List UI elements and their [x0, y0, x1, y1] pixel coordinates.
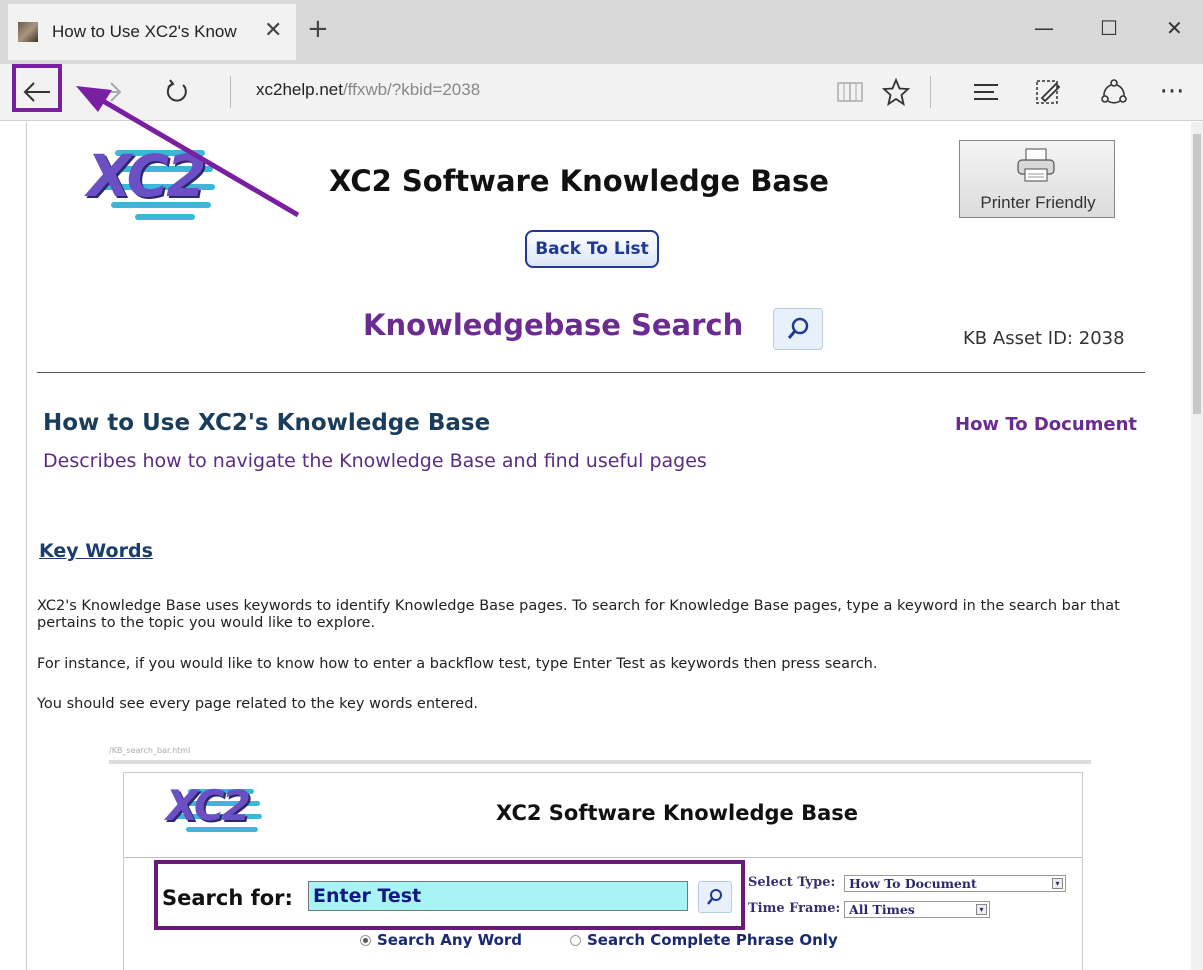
chevron-down-icon: ▾: [1052, 878, 1063, 889]
printer-icon: [1017, 148, 1055, 182]
web-note-icon[interactable]: [1028, 72, 1068, 112]
radio-complete-phrase-label: Search Complete Phrase Only: [587, 931, 838, 949]
select-type-value: How To Document: [849, 876, 977, 891]
more-menu-icon[interactable]: ···: [1152, 72, 1192, 112]
close-window-button[interactable]: ✕: [1166, 16, 1183, 40]
screenshot-top-line: [109, 760, 1091, 764]
page-scrollbar[interactable]: [1191, 122, 1203, 970]
radio-unselected-icon: [570, 935, 581, 946]
search-icon: [707, 889, 722, 905]
kb-search-button[interactable]: [773, 308, 823, 350]
screenshot-search-button[interactable]: [698, 881, 732, 913]
favicon-icon: [18, 22, 38, 42]
screenshot-divider: [124, 857, 1082, 858]
page-content: XC2 XC2 Software Knowledge Base Printer …: [26, 122, 1192, 970]
radio-complete-phrase[interactable]: Search Complete Phrase Only: [570, 931, 838, 949]
page-title: XC2 Software Knowledge Base: [329, 164, 829, 198]
printer-friendly-label: Printer Friendly: [980, 193, 1096, 212]
screenshot-xc2-logo: XC2: [158, 781, 268, 841]
url-path: /ffxwb/?kbid=2038: [342, 80, 481, 99]
minimize-button[interactable]: —: [1034, 16, 1054, 40]
radio-any-word-label: Search Any Word: [377, 931, 523, 949]
share-icon[interactable]: [1094, 72, 1134, 112]
search-for-label: Search for:: [162, 886, 293, 910]
knowledgebase-search-heading: Knowledgebase Search: [363, 308, 744, 342]
back-button-highlight: [12, 64, 62, 112]
hub-icon[interactable]: [966, 72, 1006, 112]
url-host: xc2help.net: [256, 80, 343, 99]
paragraph-1: XC2's Knowledge Base uses keywords to id…: [37, 598, 1120, 631]
logo-text: XC2: [87, 142, 207, 210]
paragraph-2: For instance, if you would like to know …: [37, 656, 878, 672]
maximize-button[interactable]: ☐: [1100, 16, 1118, 40]
screenshot-frame: XC2 XC2 Software Knowledge Base Search f…: [123, 772, 1083, 970]
screenshot-title: XC2 Software Knowledge Base: [496, 801, 859, 825]
reading-view-icon[interactable]: [830, 72, 870, 112]
browser-tab[interactable]: How to Use XC2's Know ✕: [8, 4, 296, 60]
chevron-down-icon: ▾: [976, 904, 987, 915]
xc2-logo: XC2: [75, 140, 225, 220]
divider: [37, 372, 1145, 373]
radio-any-word[interactable]: Search Any Word: [360, 931, 522, 949]
asset-id: KB Asset ID: 2038: [963, 328, 1125, 349]
document-title: How to Use XC2's Knowledge Base: [43, 410, 491, 436]
time-frame-dropdown[interactable]: All Times ▾: [844, 901, 990, 918]
radio-selected-icon: [360, 935, 371, 946]
tab-bar: How to Use XC2's Know ✕ + — ☐ ✕: [0, 0, 1203, 64]
key-words-heading: Key Words: [39, 540, 153, 562]
document-type: How To Document: [955, 414, 1138, 435]
address-divider: [230, 76, 231, 108]
refresh-icon[interactable]: [157, 72, 197, 112]
tab-close-icon[interactable]: ✕: [264, 18, 282, 43]
navigation-bar: xc2help.net/ffxwb/?kbid=2038 ···: [0, 64, 1203, 121]
new-tab-button[interactable]: +: [307, 14, 329, 44]
toolbar-divider: [930, 76, 931, 108]
screenshot-logo-text: XC2: [166, 781, 251, 830]
paragraph-3: You should see every page related to the…: [37, 696, 479, 712]
time-frame-value: All Times: [849, 902, 915, 917]
time-frame-label: Time Frame:: [748, 901, 841, 916]
select-type-label: Select Type:: [748, 875, 836, 890]
search-input[interactable]: Enter Test: [308, 881, 688, 911]
search-bar-screenshot: /KB_search_bar.html XC2 XC2 Software Kno…: [109, 746, 1095, 970]
screenshot-caption: /KB_search_bar.html: [109, 746, 191, 755]
printer-friendly-button[interactable]: Printer Friendly: [959, 140, 1115, 218]
search-icon: [787, 317, 809, 339]
tab-title: How to Use XC2's Know: [52, 22, 237, 41]
back-to-list-button[interactable]: Back To List: [525, 230, 659, 268]
favorite-star-icon[interactable]: [876, 72, 916, 112]
document-description: Describes how to navigate the Knowledge …: [43, 450, 707, 472]
forward-arrow-icon[interactable]: [88, 72, 128, 112]
select-type-dropdown[interactable]: How To Document ▾: [844, 875, 1066, 892]
address-bar[interactable]: xc2help.net/ffxwb/?kbid=2038: [256, 80, 480, 100]
scrollbar-thumb[interactable]: [1193, 134, 1201, 414]
